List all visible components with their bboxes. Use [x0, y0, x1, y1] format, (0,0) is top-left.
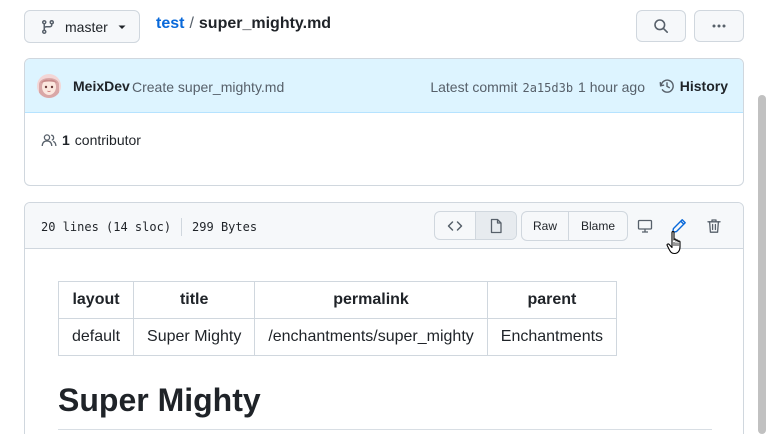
avatar[interactable] [37, 74, 61, 98]
table-header-row: layout title permalink parent [57, 281, 618, 319]
table-header: title [133, 281, 256, 319]
file-lines: 20 lines (14 sloc) [41, 220, 172, 234]
title-divider [58, 429, 712, 430]
file-info: 20 lines (14 sloc) 299 Bytes [41, 218, 257, 236]
code-view-button[interactable] [435, 212, 476, 239]
preview-view-button[interactable] [476, 212, 516, 239]
delete-file-button[interactable] [704, 216, 724, 236]
search-icon [653, 18, 669, 34]
table-header: permalink [254, 281, 488, 319]
front-matter-table: layout title permalink parent default Su… [57, 281, 618, 356]
history-link[interactable]: History [659, 78, 728, 94]
latest-commit-info: Latest commit 2a15d3b 1 hour ago [430, 79, 645, 95]
document-title: Super Mighty [58, 382, 261, 418]
git-branch-icon [40, 19, 56, 35]
code-icon [447, 218, 463, 234]
search-button[interactable] [636, 10, 686, 42]
latest-commit-label: Latest commit [430, 79, 518, 95]
history-label: History [679, 78, 728, 94]
commit-header: MeixDev Create super_mighty.md Latest co… [25, 59, 743, 113]
table-header: parent [486, 281, 618, 319]
open-desktop-button[interactable] [635, 216, 655, 236]
trash-icon [706, 218, 722, 234]
desktop-icon [637, 218, 653, 234]
page-scrollbar[interactable] [758, 95, 766, 434]
commit-author-link[interactable]: MeixDev [73, 78, 130, 94]
commit-message-link[interactable]: Create super_mighty.md [132, 79, 284, 95]
view-mode-toggle [434, 211, 517, 240]
breadcrumb-repo-link[interactable]: test [156, 15, 184, 33]
raw-button[interactable]: Raw [522, 212, 569, 240]
commit-time: 1 hour ago [578, 79, 645, 95]
breadcrumb: test / super_mighty.md [156, 14, 331, 34]
history-icon [659, 78, 675, 94]
table-cell: Super Mighty [133, 318, 256, 356]
commit-hash-link[interactable]: 2a15d3b [522, 81, 573, 95]
table-header: layout [57, 281, 135, 319]
file-header: 20 lines (14 sloc) 299 Bytes Raw Blame [25, 203, 743, 249]
contributors: 1 contributor [41, 132, 141, 148]
table-cell: /enchantments/super_mighty [254, 318, 488, 356]
branch-name: master [65, 18, 108, 35]
contributor-label: contributor [74, 132, 141, 148]
more-options-button[interactable] [694, 10, 744, 42]
breadcrumb-separator: / [189, 15, 194, 32]
breadcrumb-file-name: super_mighty.md [198, 15, 332, 32]
file-info-divider [181, 218, 183, 236]
branch-selector-button[interactable]: master [24, 10, 140, 43]
blame-button[interactable]: Blame [569, 212, 627, 240]
file-icon [488, 218, 504, 234]
latest-commit-box: MeixDev Create super_mighty.md Latest co… [24, 58, 744, 186]
people-icon [41, 132, 57, 148]
file-viewer: 20 lines (14 sloc) 299 Bytes Raw Blame l… [24, 202, 744, 434]
table-cell: Enchantments [486, 318, 618, 356]
contributor-count: 1 [62, 132, 70, 148]
table-cell: default [57, 318, 135, 356]
file-size: 299 Bytes [192, 220, 258, 234]
hand-pointer-icon [666, 230, 686, 256]
raw-blame-group: Raw Blame [521, 211, 628, 241]
kebab-horizontal-icon [711, 18, 727, 34]
table-row: default Super Mighty /enchantments/super… [57, 318, 618, 356]
chevron-down-icon [117, 22, 127, 32]
